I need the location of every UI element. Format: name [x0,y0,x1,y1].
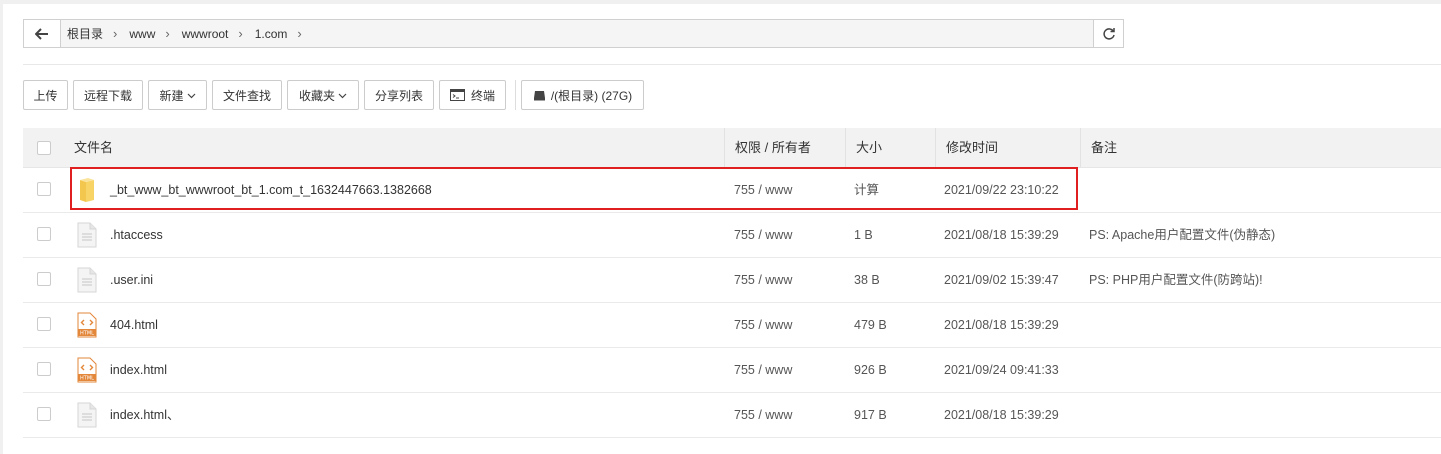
row-checkbox[interactable] [37,317,51,331]
file-size: 479 B [854,318,887,332]
terminal-button[interactable]: 终端 [439,80,506,110]
arrow-left-icon [35,27,48,40]
refresh-icon [1102,27,1115,40]
row-checkbox[interactable] [37,227,51,241]
file-permission[interactable]: 755 / www [734,213,792,257]
table-row[interactable]: HTML index.html 755 / www 926 B 2021/09/24 0… [23,348,1441,393]
file-name[interactable]: index.html [110,348,167,392]
breadcrumb-label: wwwroot [181,26,229,41]
file-modified-time: 2021/09/24 09:41:33 [944,363,1059,377]
file-modified-time: 2021/08/18 15:39:29 [944,408,1059,422]
breadcrumb-label: 根目录 [67,27,104,41]
divider [23,64,1441,65]
file-remark: PS: PHP用户配置文件(防跨站)! [1089,273,1263,287]
column-header-modified[interactable]: 修改时间 [935,128,998,167]
toolbar: 上传 远程下载 新建 文件查找 收藏夹 分享列表 终端 /(根目录) (27G) [23,80,649,112]
chevron-right-icon: › [113,26,118,41]
folder-icon [77,177,97,203]
breadcrumb-item[interactable]: www › [122,26,174,41]
row-checkbox[interactable] [37,362,51,376]
file-name[interactable]: index.html、 [110,393,179,437]
chevron-down-icon [338,88,347,102]
file-modified-time: 2021/08/18 15:39:29 [944,228,1059,242]
file-remark: PS: Apache用户配置文件(伪静态) [1089,228,1276,242]
file-name[interactable]: _bt_www_bt_wwwroot_bt_1.com_t_1632447663… [110,168,432,212]
file-modified-time: 2021/09/22 23:10:22 [944,183,1059,197]
file-name[interactable]: .user.ini [110,258,153,302]
file-permission[interactable]: 755 / www [734,168,792,212]
chevron-right-icon: › [297,26,302,41]
file-permission[interactable]: 755 / www [734,258,792,302]
file-name[interactable]: .htaccess [110,213,163,257]
file-icon [77,222,97,248]
table-row[interactable]: HTML 404.html 755 / www 479 B 2021/08/18 15:… [23,303,1441,348]
breadcrumb: 根目录 › www › wwwroot › 1.com › [60,20,1093,47]
disk-button[interactable]: /(根目录) (27G) [521,80,644,110]
file-size: 38 B [854,273,880,287]
new-button[interactable]: 新建 [148,80,207,110]
file-size: 1 B [854,228,873,242]
column-header-name[interactable]: 文件名 [74,128,113,167]
file-name[interactable]: 404.html [110,303,158,347]
toolbar-divider [515,80,516,110]
table-row[interactable]: _bt_www_bt_wwwroot_bt_1.com_t_1632447663… [23,168,1441,213]
share-list-button[interactable]: 分享列表 [364,80,434,110]
file-modified-time: 2021/08/18 15:39:29 [944,318,1059,332]
column-header-size[interactable]: 大小 [845,128,882,167]
file-icon [77,402,97,428]
file-modified-time: 2021/09/02 15:39:47 [944,273,1059,287]
svg-text:HTML: HTML [80,331,94,337]
table-row[interactable]: index.html、 755 / www 917 B 2021/08/18 15:3… [23,393,1441,438]
breadcrumb-item[interactable]: wwwroot › [175,26,248,41]
column-header-remark[interactable]: 备注 [1080,128,1117,167]
file-size: 917 B [854,408,887,422]
html-file-icon: HTML [77,357,97,383]
html-file-icon: HTML [77,312,97,338]
terminal-icon [449,89,465,101]
remote-download-button[interactable]: 远程下载 [73,80,143,110]
row-checkbox[interactable] [37,182,51,196]
svg-text:HTML: HTML [80,376,94,382]
path-bar: 根目录 › www › wwwroot › 1.com › [23,19,1124,48]
breadcrumb-item[interactable]: 1.com › [248,26,307,41]
chevron-down-icon [187,88,196,102]
file-icon [77,267,97,293]
table-row[interactable]: .htaccess 755 / www 1 B 2021/08/18 15:39:29… [23,213,1441,258]
refresh-button[interactable] [1093,20,1123,47]
row-checkbox[interactable] [37,272,51,286]
table-row[interactable]: .user.ini 755 / www 38 B 2021/09/02 15:39:4… [23,258,1441,303]
table-header: 文件名 权限 / 所有者 大小 修改时间 备注 [23,128,1441,168]
breadcrumb-label: 1.com [254,26,288,41]
row-checkbox[interactable] [37,407,51,421]
breadcrumb-item[interactable]: 根目录 › [60,25,122,42]
chevron-right-icon: › [165,26,170,41]
file-permission[interactable]: 755 / www [734,393,792,437]
chevron-right-icon: › [238,26,243,41]
back-button[interactable] [24,20,61,47]
breadcrumb-label: www [129,26,156,41]
file-permission[interactable]: 755 / www [734,303,792,347]
file-permission[interactable]: 755 / www [734,348,792,392]
favorites-button[interactable]: 收藏夹 [287,80,359,110]
column-header-permission[interactable]: 权限 / 所有者 [724,128,811,167]
file-size: 926 B [854,363,887,377]
disk-icon [533,90,545,100]
upload-button[interactable]: 上传 [23,80,68,110]
file-search-button[interactable]: 文件查找 [212,80,282,110]
select-all-checkbox[interactable] [37,141,51,155]
file-size[interactable]: 计算 [854,168,879,212]
